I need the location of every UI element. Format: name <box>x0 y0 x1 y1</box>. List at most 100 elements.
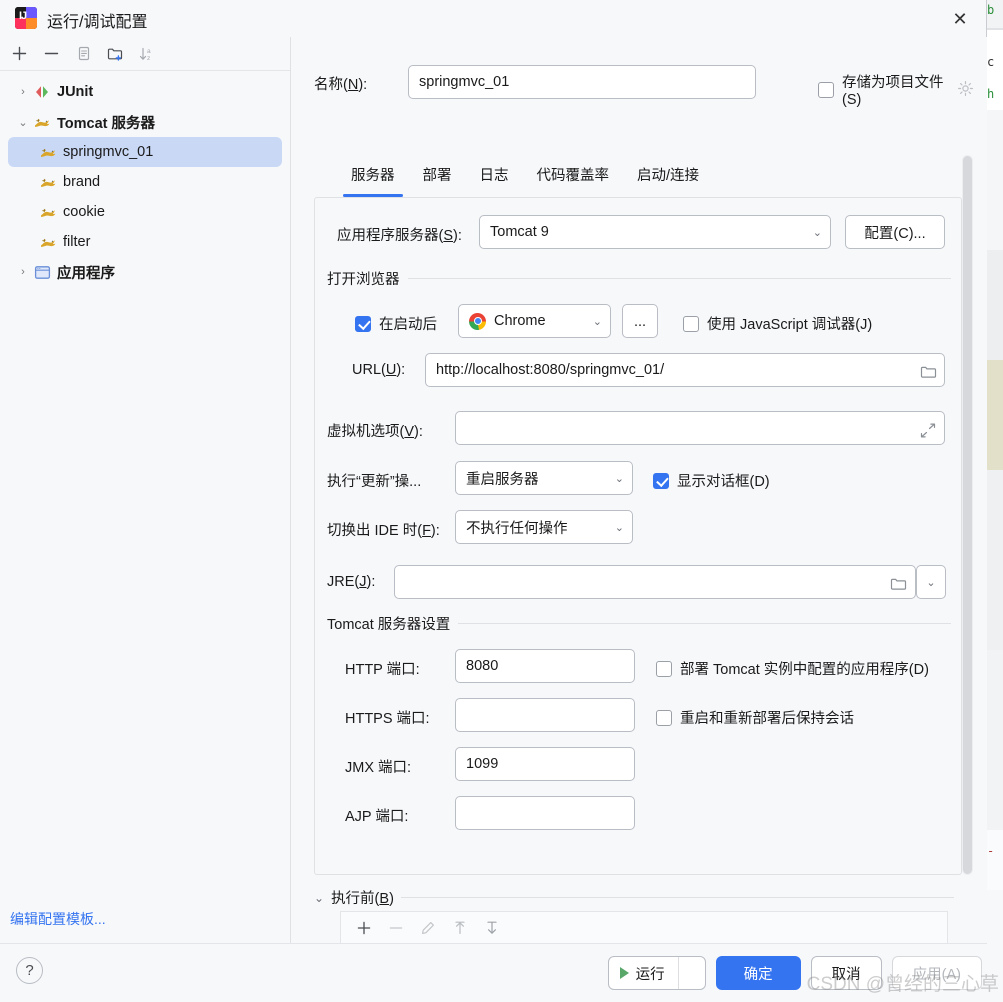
before-launch-add-button[interactable] <box>351 916 377 940</box>
run-split-button[interactable]: 运行 chevron-down-icon <box>607 956 706 990</box>
configuration-tabs[interactable]: 服务器 部署 日志 代码覆盖率 启动/连接 <box>314 160 994 197</box>
name-label: 名称(N): <box>314 77 368 93</box>
tab-server[interactable]: 服务器 <box>337 160 409 197</box>
tomcat-icon <box>38 172 58 192</box>
name-row: 名称(N): 存储为项目文件(S) <box>314 65 974 108</box>
copy-configuration-icon[interactable] <box>68 40 98 68</box>
chevron-down-icon: ⌄ <box>614 472 624 485</box>
tomcat-settings-group-header: Tomcat 服务器设置 <box>327 613 951 634</box>
chevron-down-icon[interactable]: ⌄ <box>14 107 32 137</box>
collapse-chevron-icon[interactable]: ⌄ <box>314 891 324 905</box>
ajp-port-input[interactable] <box>455 796 635 830</box>
add-configuration-button[interactable] <box>4 40 34 68</box>
remove-configuration-button[interactable] <box>36 40 66 68</box>
show-dialog-checkbox-row[interactable]: 显示对话框(D) <box>653 470 770 491</box>
tab-startup-connection[interactable]: 启动/连接 <box>623 160 713 197</box>
before-launch-remove-button <box>383 916 409 940</box>
tree-item-cookie[interactable]: cookie <box>8 197 282 227</box>
ok-button[interactable]: 确定 <box>715 956 801 990</box>
tab-logs[interactable]: 日志 <box>466 160 523 197</box>
on-update-action-label: 执行“更新”操... <box>327 474 422 490</box>
jmx-port-input[interactable] <box>455 747 635 781</box>
vm-options-label: 虚拟机选项(V): <box>327 424 423 440</box>
configurations-tree-panel: a z › JUnit ⌄ Tomcat 服务器 springmvc_01 br… <box>0 37 291 943</box>
application-server-label: 应用程序服务器(S): <box>337 228 462 244</box>
js-debugger-checkbox[interactable] <box>683 315 699 332</box>
tomcat-settings-group-title: Tomcat 服务器设置 <box>327 617 451 633</box>
on-frame-deactivation-combo[interactable]: 不执行任何操作 ⌄ <box>455 510 633 544</box>
browser-more-button[interactable]: ... <box>622 304 658 338</box>
svg-text:z: z <box>147 55 150 62</box>
deploy-apps-checkbox-row[interactable]: 部署 Tomcat 实例中配置的应用程序(D) <box>656 658 929 679</box>
chevron-right-icon[interactable]: › <box>14 257 32 287</box>
deploy-apps-checkbox[interactable] <box>656 660 672 677</box>
run-debug-configurations-dialog: IJ 运行/调试配置 ✕ a z › JUnit ⌄ Tomcat 服务器 sp… <box>0 0 987 1002</box>
tree-item-tomcat-server[interactable]: ⌄ Tomcat 服务器 <box>8 107 282 137</box>
chevron-down-icon[interactable]: chevron-down-icon <box>677 957 705 989</box>
dialog-titlebar: IJ 运行/调试配置 ✕ <box>0 0 986 37</box>
name-input[interactable] <box>408 65 756 99</box>
jre-input[interactable] <box>394 565 916 599</box>
intellij-idea-icon: IJ <box>15 7 37 29</box>
cancel-button[interactable]: 取消 <box>810 956 882 990</box>
configurations-tree[interactable]: › JUnit ⌄ Tomcat 服务器 springmvc_01 brand … <box>0 71 290 911</box>
application-server-combo[interactable]: Tomcat 9 ⌄ <box>479 215 831 249</box>
edit-configuration-templates-link[interactable]: 编辑配置模板... <box>10 909 106 929</box>
junit-icon <box>32 82 52 102</box>
on-update-action-combo[interactable]: 重启服务器 ⌄ <box>455 461 633 495</box>
pencil-icon <box>415 916 441 940</box>
show-dialog-label: 显示对话框(D) <box>677 474 770 490</box>
tree-item-springmvc-01[interactable]: springmvc_01 <box>8 137 282 167</box>
expand-icon[interactable] <box>919 422 937 442</box>
https-port-input[interactable] <box>455 698 635 732</box>
store-as-project-file-row[interactable]: 存储为项目文件(S) <box>818 71 974 108</box>
group-divider <box>400 897 954 898</box>
url-input[interactable] <box>425 353 945 387</box>
tree-item-label: brand <box>63 174 101 190</box>
http-port-input[interactable] <box>455 649 635 683</box>
gear-icon[interactable] <box>957 80 974 100</box>
url-browse-folder-icon[interactable] <box>919 364 937 383</box>
tree-item-brand[interactable]: brand <box>8 167 282 197</box>
tree-item-label: cookie <box>63 204 105 220</box>
preserve-sessions-checkbox-row[interactable]: 重启和重新部署后保持会话 <box>656 707 854 728</box>
chevron-down-icon: ⌄ <box>812 226 822 239</box>
run-button[interactable]: 运行 <box>609 957 678 989</box>
after-launch-checkbox[interactable] <box>355 315 371 332</box>
before-launch-header[interactable]: ⌄ 执行前(B) <box>314 887 954 908</box>
chevron-right-icon[interactable]: › <box>14 77 32 107</box>
scrollbar-thumb[interactable] <box>962 155 973 875</box>
jre-browse-folder-icon[interactable] <box>889 576 907 595</box>
preserve-sessions-checkbox[interactable] <box>656 709 672 726</box>
js-debugger-checkbox-row[interactable]: 使用 JavaScript 调试器(J) <box>683 313 872 334</box>
deploy-apps-label: 部署 Tomcat 实例中配置的应用程序(D) <box>680 662 929 678</box>
jmx-port-label: JMX 端口: <box>345 760 412 776</box>
tab-deployment[interactable]: 部署 <box>409 160 466 197</box>
new-folder-icon[interactable] <box>100 40 130 68</box>
tab-code-coverage[interactable]: 代码覆盖率 <box>523 160 624 197</box>
show-dialog-checkbox[interactable] <box>653 472 669 489</box>
jre-dropdown-button[interactable]: ⌄ <box>916 565 946 599</box>
tree-item-application[interactable]: › 应用程序 <box>8 257 282 287</box>
vm-options-input[interactable] <box>455 411 945 445</box>
configure-server-button[interactable]: 配置(C)... <box>845 215 945 249</box>
chevron-down-icon: ⌄ <box>926 576 936 589</box>
store-as-project-file-checkbox[interactable] <box>818 81 834 98</box>
before-launch-title: 执行前(B) <box>331 891 394 907</box>
preserve-sessions-label: 重启和重新部署后保持会话 <box>680 711 854 727</box>
close-icon[interactable]: ✕ <box>942 4 978 34</box>
open-browser-group-header: 打开浏览器 <box>327 268 951 289</box>
after-launch-checkbox-row[interactable]: 在启动后 <box>355 313 437 334</box>
tomcat-icon <box>38 202 58 222</box>
url-label: URL(U): <box>352 362 406 378</box>
tree-item-junit[interactable]: › JUnit <box>8 77 282 107</box>
content-scrollbar[interactable] <box>962 155 973 875</box>
group-divider <box>458 623 951 624</box>
ajp-port-label: AJP 端口: <box>345 809 409 825</box>
browser-combo[interactable]: Chrome ⌄ <box>458 304 611 338</box>
tree-item-label: filter <box>63 234 91 250</box>
sort-az-icon[interactable]: a z <box>132 40 162 68</box>
help-button[interactable]: ? <box>16 957 43 984</box>
play-icon <box>619 967 629 979</box>
tree-item-filter[interactable]: filter <box>8 227 282 257</box>
